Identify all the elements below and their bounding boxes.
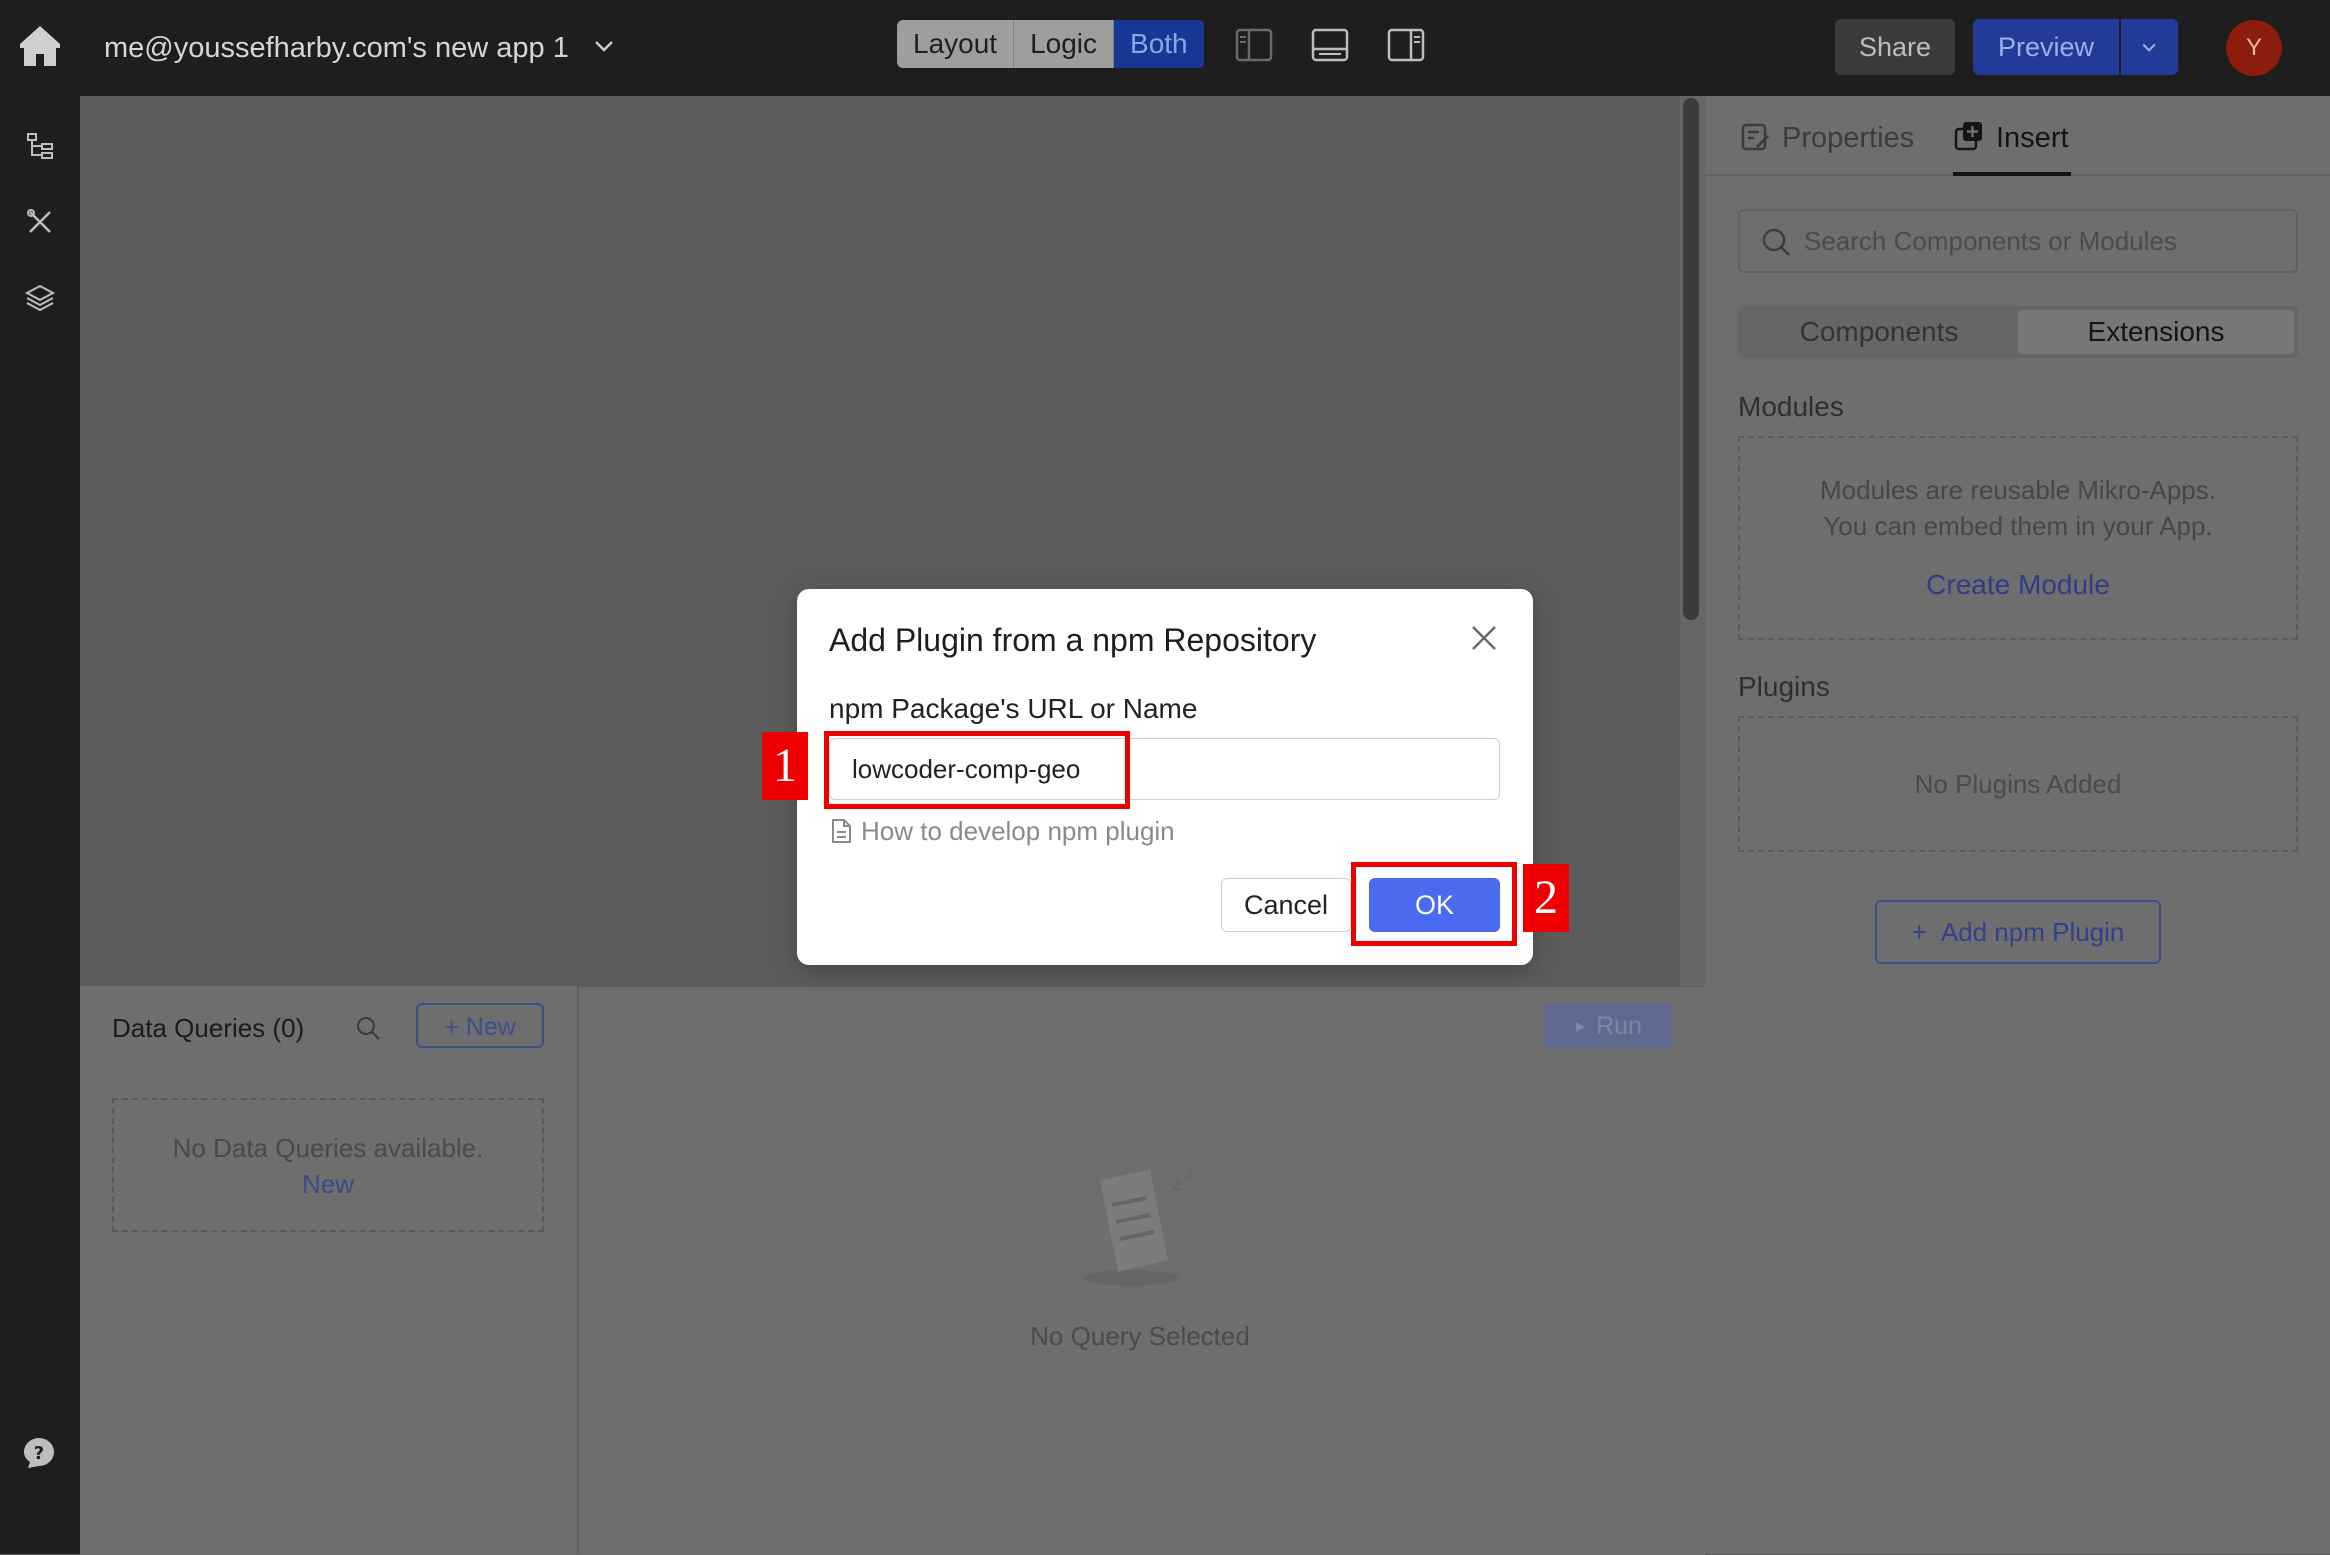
modules-box: Modules are reusable Mikro-Apps. You can… <box>1738 436 2298 640</box>
help-icon[interactable]: ? <box>22 1436 56 1470</box>
new-query-button[interactable]: + New <box>416 1003 544 1048</box>
modules-description: Modules are reusable Mikro-Apps. <box>1820 475 2216 505</box>
run-button[interactable]: Run <box>1544 1003 1672 1049</box>
how-to-develop-link[interactable]: How to develop npm plugin <box>861 813 1175 849</box>
run-label: Run <box>1596 1012 1642 1040</box>
package-field-label: npm Package's URL or Name <box>829 693 1198 724</box>
modules-description: You can embed them in your App. <box>1823 511 2213 541</box>
empty-query-illustration: z z <box>1082 1166 1193 1286</box>
create-module-link[interactable]: Create Module <box>1740 566 2296 604</box>
preview-dropdown-button[interactable] <box>2121 19 2178 75</box>
right-panel-toggle-icon[interactable] <box>1386 25 1426 65</box>
search-icon <box>1762 228 1790 256</box>
canvas-scrollbar-thumb[interactable] <box>1683 98 1699 620</box>
highlight-ok-annotation <box>1351 862 1517 946</box>
mode-switch: Layout Logic Both <box>897 20 1204 68</box>
share-button[interactable]: Share <box>1835 19 1955 75</box>
search-placeholder: Search Components or Modules <box>1804 226 2177 256</box>
tools-icon[interactable] <box>24 206 56 238</box>
highlight-input-annotation <box>824 731 1130 809</box>
mode-both-button[interactable]: Both <box>1113 20 1204 68</box>
data-queries-empty: No Data Queries available. New <box>112 1098 544 1232</box>
bottom-panel-toggle-icon[interactable] <box>1310 25 1350 65</box>
cancel-button[interactable]: Cancel <box>1221 878 1351 932</box>
modules-title: Modules <box>1738 391 1844 422</box>
query-list <box>80 986 579 1554</box>
active-tab-indicator <box>1953 172 2071 176</box>
search-icon[interactable] <box>354 1014 382 1042</box>
app-title[interactable]: me@youssefharby.com's new app 1 <box>104 28 569 68</box>
new-query-link[interactable]: New <box>114 1166 542 1202</box>
play-icon <box>1576 1022 1586 1033</box>
add-npm-plugin-label: Add npm Plugin <box>1940 917 2125 947</box>
properties-icon[interactable] <box>1740 122 1770 152</box>
layers-icon[interactable] <box>24 282 56 314</box>
step-2-badge: 2 <box>1523 864 1569 932</box>
left-panel-toggle-icon[interactable] <box>1234 25 1274 65</box>
mode-layout-button[interactable]: Layout <box>897 20 1013 68</box>
empty-text: No Data Queries available. <box>172 1133 484 1163</box>
plugins-empty-text: No Plugins Added <box>1914 769 2122 799</box>
insert-icon[interactable] <box>1954 120 1984 152</box>
svg-text:z: z <box>1186 1166 1193 1182</box>
chevron-down-icon <box>2142 43 2156 52</box>
plugins-box: No Plugins Added <box>1738 716 2298 852</box>
close-icon[interactable] <box>1468 622 1500 654</box>
plus-icon: + <box>1911 917 1927 947</box>
svg-text:?: ? <box>34 1443 44 1464</box>
no-query-text: No Query Selected <box>1030 1321 1250 1351</box>
segment-components[interactable]: Components <box>1742 310 2016 354</box>
tab-properties[interactable]: Properties <box>1782 118 1914 158</box>
modal-title: Add Plugin from a npm Repository <box>829 622 1317 658</box>
chevron-down-icon[interactable] <box>592 34 616 58</box>
step-1-badge: 1 <box>762 732 808 800</box>
segment-extensions[interactable]: Extensions <box>2018 310 2294 354</box>
plugins-title: Plugins <box>1738 671 1830 702</box>
add-npm-plugin-button[interactable]: + Add npm Plugin <box>1875 900 2161 964</box>
svg-text:z: z <box>1172 1174 1181 1195</box>
tree-icon[interactable] <box>24 130 56 162</box>
mode-logic-button[interactable]: Logic <box>1013 20 1113 68</box>
preview-button[interactable]: Preview <box>1973 19 2119 75</box>
data-queries-title: Data Queries (0) <box>112 1013 305 1043</box>
tab-insert[interactable]: Insert <box>1996 118 2069 158</box>
document-icon <box>832 819 851 843</box>
left-sidebar <box>0 96 80 1554</box>
home-icon[interactable] <box>16 22 64 70</box>
avatar[interactable]: Y <box>2226 20 2282 76</box>
